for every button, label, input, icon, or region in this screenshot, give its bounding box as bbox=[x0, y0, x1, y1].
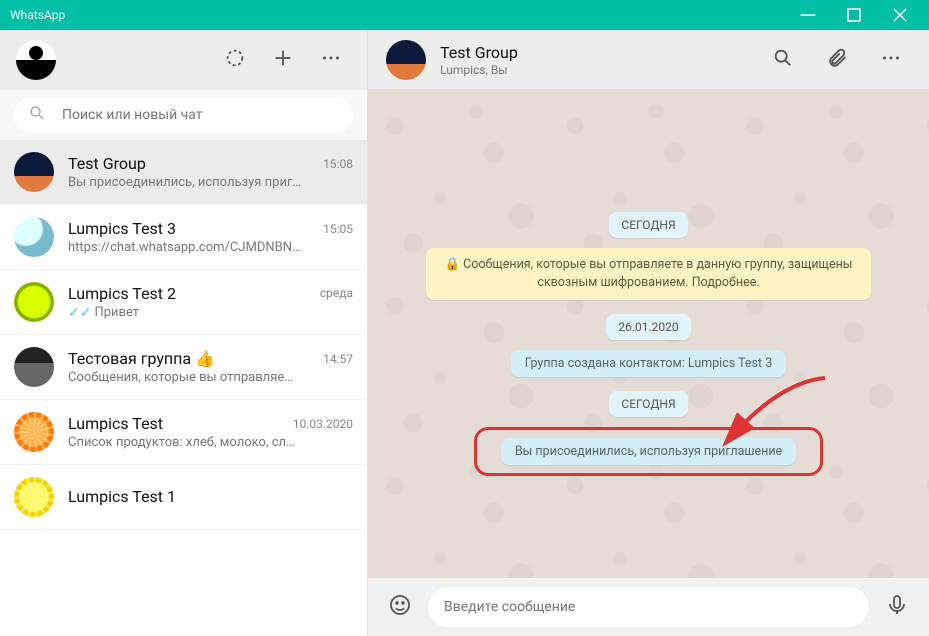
chat-title: Test Group bbox=[440, 43, 518, 62]
chat-item-time: 15:05 bbox=[323, 222, 353, 236]
composer bbox=[368, 578, 929, 636]
chat-avatar[interactable] bbox=[386, 40, 426, 80]
date-pill: СЕГОДНЯ bbox=[609, 212, 687, 238]
app-root: Test Group 15:08 Вы присоединились, исполь… bbox=[0, 30, 929, 636]
chat-item-preview: Сообщения, которые вы отправляе… bbox=[68, 370, 353, 385]
chat-item-avatar bbox=[14, 347, 54, 387]
chat-item-time: 10.03.2020 bbox=[293, 417, 353, 431]
mic-icon bbox=[885, 593, 909, 621]
chat-item[interactable]: Lumpics Test 3 15:05 https://chat.whatsapp… bbox=[0, 205, 367, 270]
chat-item-name: Тестовая группа 👍 bbox=[68, 349, 317, 368]
status-icon bbox=[224, 47, 246, 73]
system-message-joined: Вы присоединились, используя приглашение bbox=[501, 438, 796, 465]
chat-item-avatar bbox=[14, 152, 54, 192]
encryption-notice[interactable]: 🔒 Сообщения, которые вы отправляете в да… bbox=[426, 248, 870, 300]
dots-icon bbox=[320, 47, 342, 73]
chat-item-time: среда bbox=[320, 286, 353, 300]
chat-item-preview: Список продуктов: хлеб, молоко, сл… bbox=[68, 435, 353, 450]
new-chat-button[interactable] bbox=[263, 40, 303, 80]
chat-menu-button[interactable] bbox=[871, 40, 911, 80]
chat-item-name: Test Group bbox=[68, 154, 317, 173]
chat-item-preview: Вы присоединились, используя приг… bbox=[68, 175, 353, 190]
paperclip-icon bbox=[826, 47, 848, 73]
chat-item-avatar bbox=[14, 412, 54, 452]
window-maximize-button[interactable] bbox=[831, 0, 877, 30]
chat-item-avatar bbox=[14, 477, 54, 517]
dots-icon bbox=[880, 47, 902, 73]
search-input[interactable] bbox=[62, 107, 339, 123]
chat-item-name: Lumpics Test bbox=[68, 414, 287, 433]
chat-item-name: Lumpics Test 2 bbox=[68, 284, 314, 303]
highlight-annotation: Вы присоединились, используя приглашение bbox=[474, 427, 823, 476]
mic-button[interactable] bbox=[879, 589, 915, 625]
chat-item-avatar bbox=[14, 217, 54, 257]
search-icon bbox=[772, 47, 794, 73]
left-pane: Test Group 15:08 Вы присоединились, исполь… bbox=[0, 30, 368, 636]
chat-list[interactable]: Test Group 15:08 Вы присоединились, исполь… bbox=[0, 140, 367, 636]
chat-item[interactable]: Lumpics Test 2 среда ✓✓Привет bbox=[0, 270, 367, 335]
window-title: WhatsApp bbox=[10, 8, 785, 22]
search-box[interactable] bbox=[14, 97, 353, 133]
search-row bbox=[0, 90, 367, 140]
chat-item-name: Lumpics Test 3 bbox=[68, 219, 317, 238]
chat-subtitle: Lumpics, Вы bbox=[440, 63, 518, 77]
attach-button[interactable] bbox=[817, 40, 857, 80]
left-header bbox=[0, 30, 367, 90]
date-pill: 26.01.2020 bbox=[606, 314, 690, 340]
chat-search-button[interactable] bbox=[763, 40, 803, 80]
window-titlebar: WhatsApp bbox=[0, 0, 929, 30]
chat-item-preview: ✓✓Привет bbox=[68, 305, 353, 321]
read-ticks-icon: ✓✓ bbox=[68, 305, 91, 321]
search-icon bbox=[28, 104, 46, 126]
chat-item-time: 14:57 bbox=[323, 352, 353, 366]
chat-item[interactable]: Lumpics Test 1 bbox=[0, 465, 367, 530]
emoji-button[interactable] bbox=[382, 589, 418, 625]
chat-item-name: Lumpics Test 1 bbox=[68, 487, 347, 506]
system-message: Группа создана контактом: Lumpics Test 3 bbox=[511, 350, 786, 377]
chat-item[interactable]: Lumpics Test 10.03.2020 Список продуктов: … bbox=[0, 400, 367, 465]
chat-header[interactable]: Test Group Lumpics, Вы bbox=[368, 30, 929, 90]
emoji-icon bbox=[388, 593, 412, 621]
chat-item-preview: https://chat.whatsapp.com/CJMDNBN… bbox=[68, 240, 353, 255]
message-field[interactable] bbox=[428, 587, 869, 627]
chat-item[interactable]: Test Group 15:08 Вы присоединились, исполь… bbox=[0, 140, 367, 205]
chat-item-avatar bbox=[14, 282, 54, 322]
right-pane: Test Group Lumpics, Вы СЕГОДНЯ 🔒 Сообщен… bbox=[368, 30, 929, 636]
plus-icon bbox=[272, 47, 294, 73]
window-minimize-button[interactable] bbox=[785, 0, 831, 30]
messages-area[interactable]: СЕГОДНЯ 🔒 Сообщения, которые вы отправля… bbox=[368, 90, 929, 578]
date-pill: СЕГОДНЯ bbox=[609, 391, 687, 417]
menu-button[interactable] bbox=[311, 40, 351, 80]
chat-item-time: 15:08 bbox=[323, 157, 353, 171]
own-avatar[interactable] bbox=[16, 40, 56, 80]
message-input[interactable] bbox=[444, 599, 853, 615]
status-button[interactable] bbox=[215, 40, 255, 80]
chat-item[interactable]: Тестовая группа 👍 14:57 Сообщения, которые… bbox=[0, 335, 367, 400]
window-close-button[interactable] bbox=[877, 0, 923, 30]
